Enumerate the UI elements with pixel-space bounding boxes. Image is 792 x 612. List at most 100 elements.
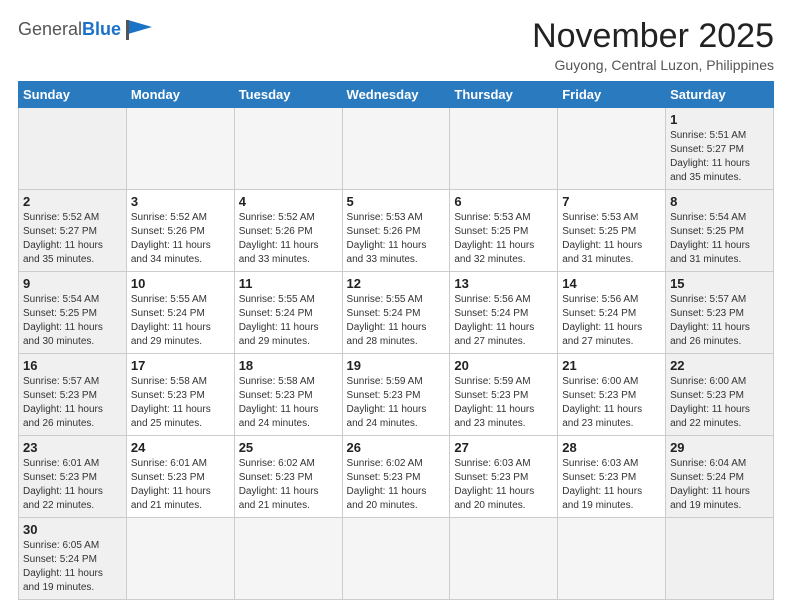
day-info: Sunrise: 5:52 AM Sunset: 5:26 PM Dayligh…	[239, 211, 338, 267]
calendar-table: Sunday Monday Tuesday Wednesday Thursday…	[18, 81, 774, 600]
day-info: Sunrise: 5:56 AM Sunset: 5:24 PM Dayligh…	[454, 293, 553, 349]
logo-icon	[124, 18, 152, 40]
day-number: 24	[131, 440, 230, 455]
day-number: 14	[562, 276, 661, 291]
calendar-cell	[558, 108, 666, 190]
day-number: 30	[23, 522, 122, 537]
day-number: 25	[239, 440, 338, 455]
day-info: Sunrise: 5:57 AM Sunset: 5:23 PM Dayligh…	[23, 375, 122, 431]
logo-text: General Blue	[18, 18, 152, 40]
calendar-cell	[558, 518, 666, 600]
day-number: 28	[562, 440, 661, 455]
calendar-cell: 21Sunrise: 6:00 AM Sunset: 5:23 PM Dayli…	[558, 354, 666, 436]
day-number: 23	[23, 440, 122, 455]
calendar-cell: 22 Sunrise: 6:00 AM Sunset: 5:23 PM Dayli…	[666, 354, 774, 436]
page: General Blue November 2025 Guyong, Centr…	[0, 0, 792, 610]
month-title: November 2025	[532, 18, 774, 55]
day-info: Sunrise: 5:53 AM Sunset: 5:26 PM Dayligh…	[347, 211, 446, 267]
calendar-cell: 3 Sunrise: 5:52 AM Sunset: 5:26 PM Daylig…	[126, 190, 234, 272]
calendar-cell	[450, 108, 558, 190]
day-number: 4	[239, 194, 338, 209]
calendar-cell	[450, 518, 558, 600]
calendar-cell: 30Sunrise: 6:05 AM Sunset: 5:24 PM Dayli…	[19, 518, 127, 600]
day-number: 29	[670, 440, 769, 455]
calendar-cell	[234, 108, 342, 190]
day-info: Sunrise: 6:02 AM Sunset: 5:23 PM Dayligh…	[239, 457, 338, 513]
day-number: 13	[454, 276, 553, 291]
calendar-week-row: 9 Sunrise: 5:54 AM Sunset: 5:25 PM Daylig…	[19, 272, 774, 354]
logo-general-text: General	[18, 19, 82, 40]
day-number: 2	[23, 194, 122, 209]
calendar-cell: 5 Sunrise: 5:53 AM Sunset: 5:26 PM Daylig…	[342, 190, 450, 272]
calendar-cell: 16Sunrise: 5:57 AM Sunset: 5:23 PM Dayli…	[19, 354, 127, 436]
calendar-week-row: 30Sunrise: 6:05 AM Sunset: 5:24 PM Dayli…	[19, 518, 774, 600]
day-info: Sunrise: 6:01 AM Sunset: 5:23 PM Dayligh…	[131, 457, 230, 513]
calendar-cell: 15Sunrise: 5:57 AM Sunset: 5:23 PM Dayli…	[666, 272, 774, 354]
day-info: Sunrise: 6:04 AM Sunset: 5:24 PM Dayligh…	[670, 457, 769, 513]
calendar-cell	[342, 108, 450, 190]
calendar-cell	[666, 518, 774, 600]
calendar-cell: 4 Sunrise: 5:52 AM Sunset: 5:26 PM Daylig…	[234, 190, 342, 272]
day-number: 22	[670, 358, 769, 373]
day-number: 18	[239, 358, 338, 373]
calendar-cell	[126, 108, 234, 190]
day-number: 5	[347, 194, 446, 209]
day-number: 12	[347, 276, 446, 291]
logo-blue-text: Blue	[82, 19, 121, 40]
day-info: Sunrise: 6:02 AM Sunset: 5:23 PM Dayligh…	[347, 457, 446, 513]
day-info: Sunrise: 5:55 AM Sunset: 5:24 PM Dayligh…	[131, 293, 230, 349]
day-info: Sunrise: 5:54 AM Sunset: 5:25 PM Dayligh…	[23, 293, 122, 349]
day-info: Sunrise: 5:59 AM Sunset: 5:23 PM Dayligh…	[347, 375, 446, 431]
day-info: Sunrise: 5:57 AM Sunset: 5:23 PM Dayligh…	[670, 293, 769, 349]
calendar-cell	[126, 518, 234, 600]
day-info: Sunrise: 5:51 AM Sunset: 5:27 PM Dayligh…	[670, 129, 769, 185]
calendar-cell: 23 Sunrise: 6:01 AM Sunset: 5:23 PM Dayli…	[19, 436, 127, 518]
day-number: 3	[131, 194, 230, 209]
logo: General Blue	[18, 18, 152, 40]
calendar-cell: 26 Sunrise: 6:02 AM Sunset: 5:23 PM Dayli…	[342, 436, 450, 518]
day-info: Sunrise: 5:55 AM Sunset: 5:24 PM Dayligh…	[239, 293, 338, 349]
header: General Blue November 2025 Guyong, Centr…	[18, 18, 774, 73]
day-info: Sunrise: 6:00 AM Sunset: 5:23 PM Dayligh…	[670, 375, 769, 431]
header-thursday: Thursday	[450, 82, 558, 108]
calendar-cell: 24 Sunrise: 6:01 AM Sunset: 5:23 PM Dayli…	[126, 436, 234, 518]
calendar-cell: 7Sunrise: 5:53 AM Sunset: 5:25 PM Daylig…	[558, 190, 666, 272]
calendar-cell: 10 Sunrise: 5:55 AM Sunset: 5:24 PM Dayli…	[126, 272, 234, 354]
calendar-cell: 14Sunrise: 5:56 AM Sunset: 5:24 PM Dayli…	[558, 272, 666, 354]
day-info: Sunrise: 5:54 AM Sunset: 5:25 PM Dayligh…	[670, 211, 769, 267]
header-monday: Monday	[126, 82, 234, 108]
calendar-cell: 2 Sunrise: 5:52 AM Sunset: 5:27 PM Daylig…	[19, 190, 127, 272]
day-number: 26	[347, 440, 446, 455]
calendar-week-row: 23 Sunrise: 6:01 AM Sunset: 5:23 PM Dayli…	[19, 436, 774, 518]
day-info: Sunrise: 6:03 AM Sunset: 5:23 PM Dayligh…	[562, 457, 661, 513]
day-info: Sunrise: 5:52 AM Sunset: 5:27 PM Dayligh…	[23, 211, 122, 267]
calendar-header: Sunday Monday Tuesday Wednesday Thursday…	[19, 82, 774, 108]
header-wednesday: Wednesday	[342, 82, 450, 108]
header-tuesday: Tuesday	[234, 82, 342, 108]
day-number: 1	[670, 112, 769, 127]
day-info: Sunrise: 5:58 AM Sunset: 5:23 PM Dayligh…	[239, 375, 338, 431]
calendar-cell: 25 Sunrise: 6:02 AM Sunset: 5:23 PM Dayli…	[234, 436, 342, 518]
day-number: 10	[131, 276, 230, 291]
day-info: Sunrise: 5:55 AM Sunset: 5:24 PM Dayligh…	[347, 293, 446, 349]
day-info: Sunrise: 5:52 AM Sunset: 5:26 PM Dayligh…	[131, 211, 230, 267]
day-info: Sunrise: 5:53 AM Sunset: 5:25 PM Dayligh…	[454, 211, 553, 267]
calendar-cell: 27Sunrise: 6:03 AM Sunset: 5:23 PM Dayli…	[450, 436, 558, 518]
day-number: 21	[562, 358, 661, 373]
day-number: 7	[562, 194, 661, 209]
calendar-cell: 8Sunrise: 5:54 AM Sunset: 5:25 PM Daylig…	[666, 190, 774, 272]
calendar-cell	[342, 518, 450, 600]
calendar-cell: 20Sunrise: 5:59 AM Sunset: 5:23 PM Dayli…	[450, 354, 558, 436]
calendar-cell: 28 Sunrise: 6:03 AM Sunset: 5:23 PM Dayli…	[558, 436, 666, 518]
calendar-week-row: 16Sunrise: 5:57 AM Sunset: 5:23 PM Dayli…	[19, 354, 774, 436]
day-number: 9	[23, 276, 122, 291]
calendar-cell: 12 Sunrise: 5:55 AM Sunset: 5:24 PM Dayli…	[342, 272, 450, 354]
calendar-cell: 11 Sunrise: 5:55 AM Sunset: 5:24 PM Dayli…	[234, 272, 342, 354]
header-friday: Friday	[558, 82, 666, 108]
calendar-cell	[19, 108, 127, 190]
day-number: 11	[239, 276, 338, 291]
day-info: Sunrise: 6:01 AM Sunset: 5:23 PM Dayligh…	[23, 457, 122, 513]
day-number: 20	[454, 358, 553, 373]
calendar-cell: 9 Sunrise: 5:54 AM Sunset: 5:25 PM Daylig…	[19, 272, 127, 354]
calendar-cell: 29 Sunrise: 6:04 AM Sunset: 5:24 PM Dayli…	[666, 436, 774, 518]
